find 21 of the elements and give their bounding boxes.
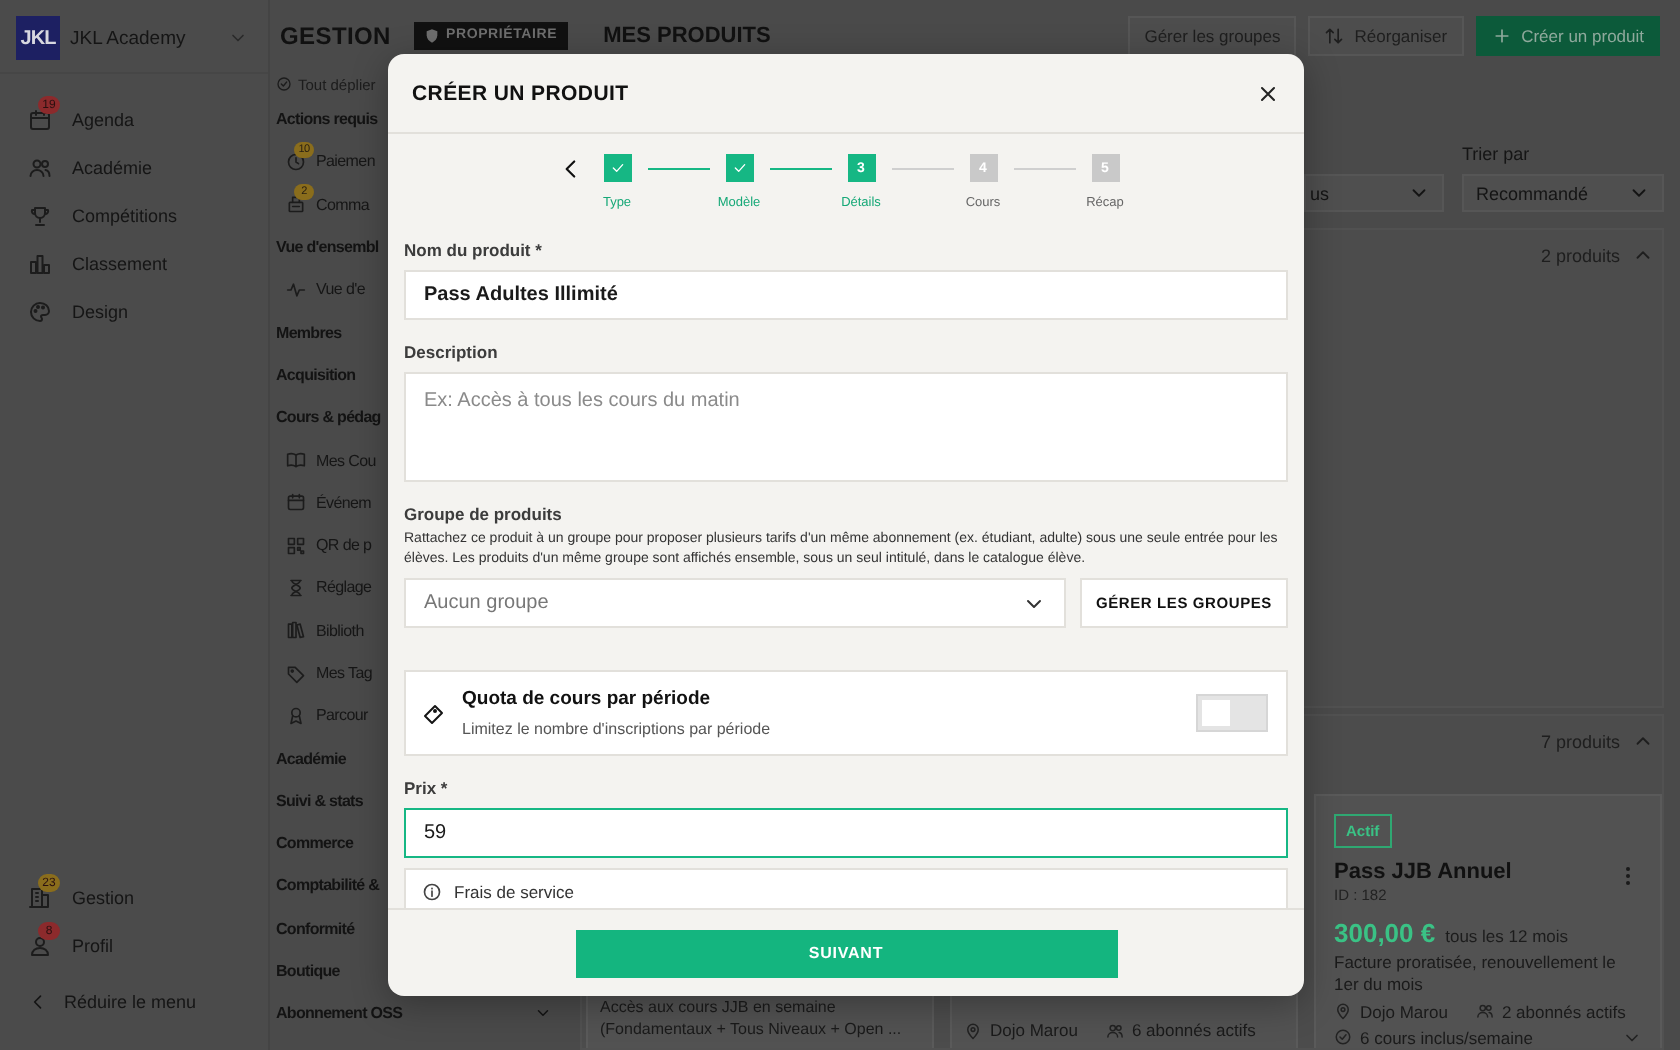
service-fee-label: Frais de service (454, 882, 574, 902)
dropdown-value: us (1310, 183, 1330, 203)
field-label: Nom du produit * (404, 240, 544, 260)
subscriber-count: 2 abonnés actifs (1501, 1001, 1626, 1021)
field-label: Description (404, 342, 500, 362)
product-description: Facture proratisée, renouvellement le 1er du mois (1334, 952, 1618, 996)
product-price: 300,00 € (1334, 918, 1436, 948)
quota-title: Quota de cours par période (462, 688, 713, 710)
field-label: Groupe de produits (404, 504, 564, 524)
dialog-title: CRÉER UN PRODUIT (412, 81, 629, 105)
subscriber-count: 6 abonnés actifs (1131, 1020, 1256, 1040)
product-location: Dojo Marou (990, 1020, 1078, 1040)
dropdown-value: Recommandé (1476, 183, 1589, 203)
product-name: Pass JJB Annuel (1334, 860, 1512, 884)
included-courses: 6 cours inclus/semaine (1360, 1027, 1533, 1047)
page-title: MES PRODUITS (603, 23, 771, 47)
product-location: Dojo Marou (1360, 1001, 1448, 1021)
quota-description: Limitez le nombre d'inscriptions par période (462, 720, 773, 738)
section-title: GESTION (280, 21, 393, 49)
logo: JKL (16, 16, 60, 60)
field-label: Prix * (404, 778, 450, 798)
